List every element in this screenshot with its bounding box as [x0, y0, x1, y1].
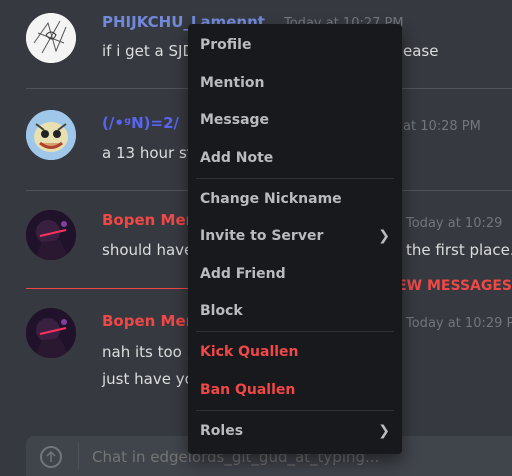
- timestamp: at 10:28 PM: [403, 119, 481, 134]
- upload-icon[interactable]: [40, 446, 62, 468]
- message-text: a 13 hour st: [102, 144, 193, 162]
- dark-knight-avatar-icon: [26, 210, 76, 260]
- menu-item-label: Ban Quallen: [200, 382, 296, 398]
- menu-item-label: Add Friend: [200, 266, 286, 282]
- menu-item-label: Add Note: [200, 150, 274, 166]
- menu-separator: [196, 178, 394, 179]
- menu-item-label: Mention: [200, 75, 265, 91]
- menu-item-mention[interactable]: Mention: [200, 75, 392, 91]
- author-name[interactable]: Bopen Men: [102, 312, 196, 330]
- avatar[interactable]: [26, 308, 76, 358]
- menu-item-label: Kick Quallen: [200, 344, 299, 360]
- message-text-tail: ease: [403, 42, 439, 60]
- message-text: should have: [102, 241, 194, 259]
- timestamp: Today at 10:29 P: [406, 316, 512, 331]
- chevron-right-icon: ❯: [378, 228, 390, 244]
- menu-item-label: Invite to Server: [200, 228, 324, 244]
- menu-item-profile[interactable]: Profile: [200, 37, 392, 53]
- composer-separator: [78, 442, 79, 470]
- creature-avatar-icon: [26, 110, 76, 160]
- message-text: nah its too ;: [102, 343, 192, 361]
- new-messages-label: EW MESSAGES: [393, 278, 512, 294]
- menu-separator: [196, 410, 394, 411]
- message-text-tail: the first place.: [406, 241, 512, 259]
- menu-item-label: Roles: [200, 423, 244, 439]
- menu-item-add-note[interactable]: Add Note: [200, 150, 392, 166]
- menu-item-message[interactable]: Message: [200, 112, 392, 128]
- menu-item-add-friend[interactable]: Add Friend: [200, 266, 392, 282]
- author-name[interactable]: Bopen Men: [102, 211, 196, 229]
- menu-item-roles[interactable]: Roles ❯: [200, 423, 392, 439]
- avatar[interactable]: [26, 13, 76, 63]
- user-context-menu: Profile Mention Message Add Note Change …: [188, 24, 402, 454]
- menu-item-change-nickname[interactable]: Change Nickname: [200, 191, 392, 207]
- menu-separator: [196, 331, 394, 332]
- menu-item-invite-to-server[interactable]: Invite to Server ❯: [200, 228, 392, 244]
- menu-item-label: Message: [200, 112, 270, 128]
- author-name[interactable]: (/•ᵍN)=2/: [102, 114, 179, 132]
- menu-item-label: Change Nickname: [200, 191, 342, 207]
- timestamp: Today at 10:29: [406, 216, 503, 231]
- avatar[interactable]: [26, 210, 76, 260]
- menu-item-label: Block: [200, 303, 243, 319]
- menu-item-ban[interactable]: Ban Quallen: [200, 382, 392, 398]
- sketch-avatar-icon: [26, 13, 76, 63]
- menu-item-label: Profile: [200, 37, 252, 53]
- menu-item-block[interactable]: Block: [200, 303, 392, 319]
- message-text: if i get a SJD: [102, 42, 195, 60]
- avatar[interactable]: [26, 110, 76, 160]
- dark-knight-avatar-icon: [26, 308, 76, 358]
- menu-item-kick[interactable]: Kick Quallen: [200, 344, 392, 360]
- chevron-right-icon: ❯: [378, 423, 390, 439]
- message-text: just have yo: [102, 370, 194, 388]
